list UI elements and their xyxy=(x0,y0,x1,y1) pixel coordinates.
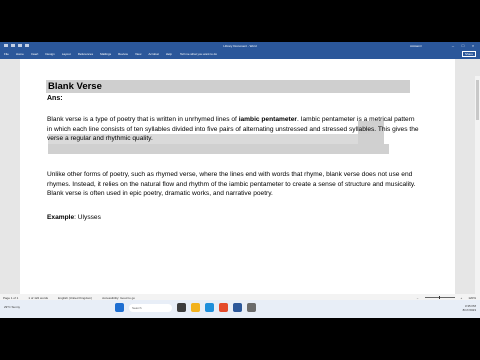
user-name[interactable]: AAAamir xyxy=(410,44,422,48)
tab-insert[interactable]: Insert xyxy=(31,52,39,56)
selection-highlight xyxy=(48,144,389,154)
accessibility-status[interactable]: Accessibility: Good to go xyxy=(102,296,135,300)
taskbar: 29°C Sunny Search 3:35 PM 8/17/2023 xyxy=(0,300,480,318)
taskbar-search[interactable]: Search xyxy=(129,303,172,312)
tab-home[interactable]: Home xyxy=(16,52,24,56)
zoom-out-icon[interactable]: − xyxy=(417,296,419,300)
file-explorer-icon[interactable] xyxy=(191,303,200,312)
zoom-thumb[interactable] xyxy=(438,296,440,299)
office-icon[interactable] xyxy=(219,303,228,312)
paragraph-1: Blank verse is a type of poetry that is … xyxy=(47,115,421,144)
vertical-scrollbar[interactable] xyxy=(475,76,480,318)
tab-view[interactable]: View xyxy=(135,52,141,56)
system-tray[interactable]: 3:35 PM 8/17/2023 xyxy=(463,304,476,312)
zoom-level[interactable]: 120% xyxy=(468,296,476,300)
window-title: Library Document - Word xyxy=(223,43,257,48)
window-controls: – □ × xyxy=(448,42,478,49)
tab-mailings[interactable]: Mailings xyxy=(100,52,111,56)
paragraph-1-bold: iambic pentameter xyxy=(238,116,297,123)
tell-me-search[interactable]: Tell me what you want to do xyxy=(180,52,217,56)
autosave-icon[interactable] xyxy=(4,44,8,47)
tab-help[interactable]: Help xyxy=(166,52,172,56)
close-icon[interactable]: × xyxy=(468,42,478,49)
document-canvas: Blank Verse Ans: Blank verse is a type o… xyxy=(0,59,480,318)
clock-date: 8/17/2023 xyxy=(462,308,476,312)
share-button[interactable]: Share xyxy=(461,51,476,57)
example-value: : Ulysses xyxy=(74,214,101,221)
tab-design[interactable]: Design xyxy=(45,52,54,56)
page-count[interactable]: Page 1 of 1 xyxy=(3,296,18,300)
save-icon[interactable] xyxy=(11,44,15,47)
task-view-icon[interactable] xyxy=(177,303,186,312)
tab-acrobat[interactable]: Acrobat xyxy=(148,52,158,56)
title-bar: Library Document - Word AAAamir – □ × xyxy=(0,42,480,49)
screen: Library Document - Word AAAamir – □ × Fi… xyxy=(0,42,480,318)
tab-file[interactable]: File xyxy=(4,52,9,56)
tab-references[interactable]: References xyxy=(78,52,93,56)
ribbon: File Home Insert Design Layout Reference… xyxy=(0,49,480,59)
weather-widget[interactable]: 29°C Sunny xyxy=(4,305,20,309)
zoom-slider[interactable] xyxy=(424,296,455,299)
word-icon[interactable] xyxy=(233,303,242,312)
document-heading: Blank Verse xyxy=(46,80,410,93)
minimize-icon[interactable]: – xyxy=(448,42,458,49)
answer-label: Ans: xyxy=(47,95,63,102)
language[interactable]: English (United Kingdom) xyxy=(58,296,92,300)
quick-access-toolbar xyxy=(4,44,29,47)
paragraph-1-text-a: Blank verse is a type of poetry that is … xyxy=(47,116,239,123)
scroll-thumb[interactable] xyxy=(476,80,479,120)
tab-layout[interactable]: Layout xyxy=(62,52,71,56)
tab-review[interactable]: Review xyxy=(118,52,128,56)
example-line: Example: Ulysses xyxy=(47,214,101,221)
ribbon-tabs: File Home Insert Design Layout Reference… xyxy=(4,52,172,56)
settings-icon[interactable] xyxy=(247,303,256,312)
paragraph-2: Unlike other forms of poetry, such as rh… xyxy=(47,171,416,198)
zoom-in-icon[interactable]: + xyxy=(461,296,463,300)
undo-icon[interactable] xyxy=(18,44,22,47)
redo-icon[interactable] xyxy=(25,44,29,47)
example-label: Example xyxy=(47,214,75,221)
edge-icon[interactable] xyxy=(205,303,214,312)
maximize-icon[interactable]: □ xyxy=(458,42,468,49)
start-icon[interactable] xyxy=(115,303,124,312)
word-count[interactable]: 1 of 122 words xyxy=(28,296,48,300)
document-page[interactable]: Blank Verse Ans: Blank verse is a type o… xyxy=(20,59,455,308)
